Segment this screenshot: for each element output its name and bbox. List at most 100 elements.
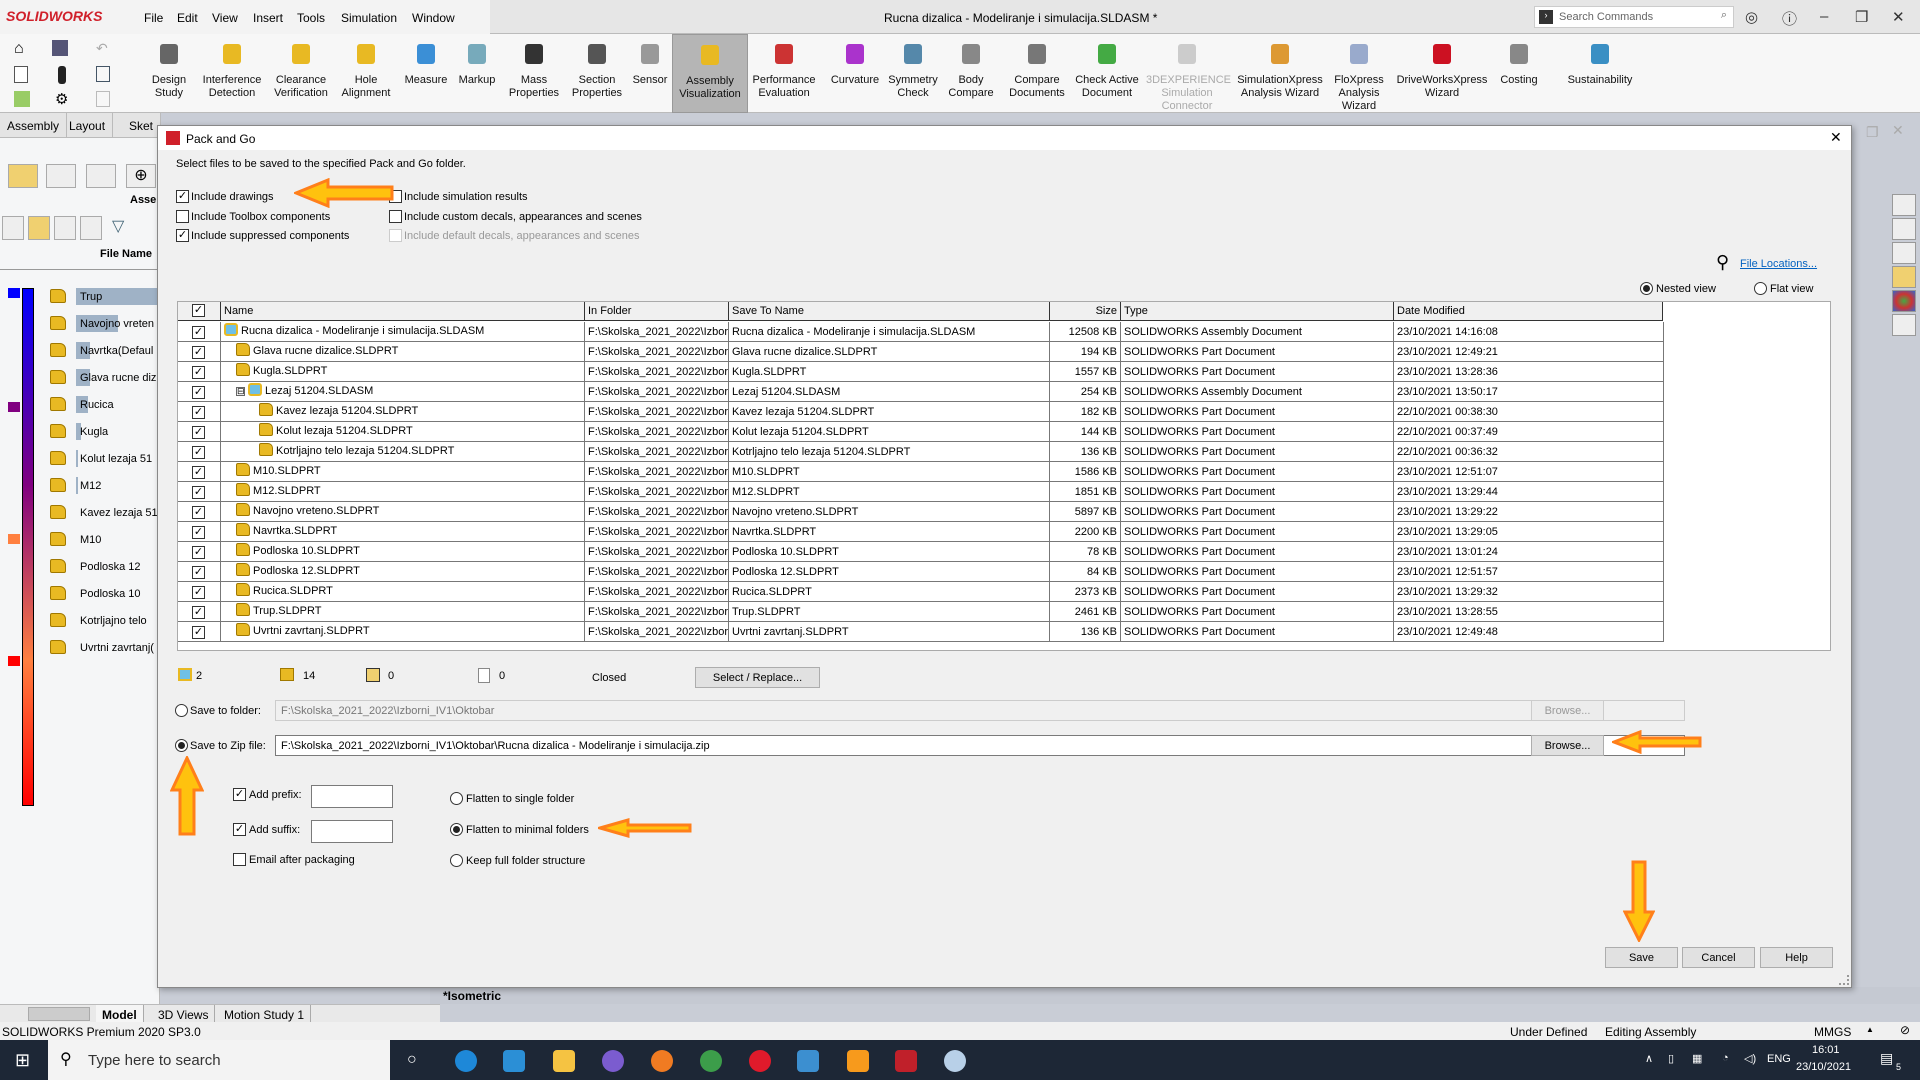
viber-icon[interactable] bbox=[602, 1050, 624, 1072]
add-suffix-checkbox[interactable]: ✓ bbox=[233, 823, 246, 836]
firefox-icon[interactable] bbox=[651, 1050, 673, 1072]
rebuild-icon[interactable] bbox=[58, 66, 66, 84]
table-row[interactable]: ✓ Kavez lezaja 51204.SLDPRT F:\Skolska_202… bbox=[178, 402, 1664, 422]
toolbar-button-assembly[interactable]: Assembly Visualization bbox=[672, 34, 748, 113]
row-checkbox[interactable]: ✓ bbox=[192, 366, 205, 379]
column-header-name[interactable]: Name bbox=[221, 302, 585, 321]
network-icon[interactable]: ▦ bbox=[1692, 1052, 1702, 1065]
mail-icon[interactable] bbox=[503, 1050, 525, 1072]
units-selector[interactable]: MMGS bbox=[1814, 1025, 1851, 1039]
save-to-folder-input[interactable]: F:\Skolska_2021_2022\Izborni_IV1\Oktobar bbox=[275, 700, 1685, 721]
taskbar-search[interactable]: ⚲ Type here to search bbox=[48, 1040, 390, 1080]
toolbar-button-curvature[interactable]: Curvature bbox=[825, 34, 885, 113]
table-row[interactable]: ✓ Navrtka.SLDPRT F:\Skolska_2021_2022\Izbo… bbox=[178, 522, 1664, 542]
tree-item[interactable]: Kolut lezaja 51 bbox=[48, 448, 160, 470]
toolbar-button-sustainability[interactable]: Sustainability bbox=[1558, 34, 1642, 113]
tab-sket[interactable]: Sket bbox=[122, 113, 162, 138]
options-icon[interactable]: ⚙ bbox=[55, 90, 68, 108]
table-row[interactable]: ✓ ⊟ Lezaj 51204.SLDASM F:\Skolska_2021_2022… bbox=[178, 382, 1664, 402]
tree-item[interactable]: M12 bbox=[48, 475, 160, 497]
table-row[interactable]: ✓ M12.SLDPRT F:\Skolska_2021_2022\Izbor M12… bbox=[178, 482, 1664, 502]
units-up-icon[interactable]: ▲ bbox=[1866, 1025, 1874, 1034]
prefix-input[interactable] bbox=[311, 785, 393, 808]
parts-icon[interactable] bbox=[28, 216, 50, 240]
tab-motion-study-1[interactable]: Motion Study 1 bbox=[218, 1005, 312, 1023]
structure-radio-2[interactable] bbox=[450, 854, 463, 867]
media-player-icon[interactable] bbox=[797, 1050, 819, 1072]
dimxpert-tab[interactable]: ⊕ bbox=[126, 164, 156, 188]
tree-item[interactable]: Kavez lezaja 51 bbox=[48, 502, 160, 524]
help-button[interactable]: Help bbox=[1760, 947, 1833, 968]
components-icon[interactable] bbox=[54, 216, 76, 240]
email-checkbox[interactable] bbox=[233, 853, 246, 866]
table-row[interactable]: ✓ Podloska 10.SLDPRT F:\Skolska_2021_2022\… bbox=[178, 542, 1664, 562]
toolbar-button-measure[interactable]: Measure bbox=[400, 34, 452, 113]
scale-slider-handle[interactable] bbox=[8, 656, 20, 666]
chrome-icon[interactable] bbox=[700, 1050, 722, 1072]
save-to-name-cell[interactable]: Podloska 12.SLDPRT bbox=[729, 562, 1050, 582]
row-checkbox[interactable]: ✓ bbox=[192, 606, 205, 619]
file-properties-icon[interactable] bbox=[96, 66, 110, 82]
save-to-name-cell[interactable]: Uvrtni zavrtanj.SLDPRT bbox=[729, 622, 1050, 642]
option-include-drawings-checkbox[interactable]: ✓ bbox=[176, 190, 189, 203]
toolbar-button-section[interactable]: Section Properties bbox=[565, 34, 629, 113]
toolbar-button-mass[interactable]: Mass Properties bbox=[503, 34, 565, 113]
tree-item[interactable]: Navojno vreten bbox=[48, 313, 160, 335]
save-to-name-cell[interactable]: Kotrljajno telo lezaja 51204.SLDPRT bbox=[729, 442, 1050, 462]
toolbar-button-interference[interactable]: Interference Detection bbox=[200, 34, 264, 113]
tab-layout[interactable]: Layout bbox=[62, 113, 114, 138]
close-button[interactable]: ✕ bbox=[1892, 8, 1905, 26]
column-header-type[interactable]: Type bbox=[1121, 302, 1394, 321]
table-row[interactable]: ✓ Glava rucne dizalice.SLDPRT F:\Skolska_2… bbox=[178, 342, 1664, 362]
select-all-checkbox[interactable]: ✓ bbox=[192, 304, 205, 317]
toolbar-button-sensor[interactable]: Sensor bbox=[630, 34, 670, 113]
option-include-toolbox-components-checkbox[interactable] bbox=[176, 210, 189, 223]
toolbar-button-performance[interactable]: Performance Evaluation bbox=[750, 34, 818, 113]
table-row[interactable]: ✓ Rucica.SLDPRT F:\Skolska_2021_2022\Izbor… bbox=[178, 582, 1664, 602]
appearances-icon[interactable] bbox=[1892, 290, 1916, 312]
tab-scroll-arrows[interactable] bbox=[28, 1007, 90, 1021]
rebuild-status-icon[interactable]: ⊘ bbox=[1900, 1023, 1910, 1037]
camera-icon[interactable]: ▯ bbox=[1668, 1052, 1674, 1065]
menu-file[interactable]: File bbox=[144, 11, 163, 25]
save-icon[interactable] bbox=[52, 40, 68, 56]
save-to-name-cell[interactable]: Navojno vreteno.SLDPRT bbox=[729, 502, 1050, 522]
row-checkbox[interactable]: ✓ bbox=[192, 386, 205, 399]
cancel-button[interactable]: Cancel bbox=[1682, 947, 1755, 968]
collapse-icon[interactable]: ⊟ bbox=[236, 387, 245, 396]
design-library-icon[interactable] bbox=[1892, 218, 1916, 240]
tree-item[interactable]: Rucica bbox=[48, 394, 160, 416]
home-icon[interactable] bbox=[1892, 194, 1916, 216]
save-to-name-cell[interactable]: Rucica.SLDPRT bbox=[729, 582, 1050, 602]
save-to-name-cell[interactable]: Kolut lezaja 51204.SLDPRT bbox=[729, 422, 1050, 442]
search-commands-input[interactable]: › Search Commands ⌕ bbox=[1534, 6, 1734, 28]
column-header-save-to-name[interactable]: Save To Name bbox=[729, 302, 1050, 321]
select-all-header[interactable]: ✓ bbox=[178, 302, 221, 321]
row-checkbox[interactable]: ✓ bbox=[192, 346, 205, 359]
paint-icon[interactable] bbox=[944, 1050, 966, 1072]
toolbar-button-compare[interactable]: Compare Documents bbox=[1002, 34, 1072, 113]
table-row[interactable]: ✓ Kugla.SLDPRT F:\Skolska_2021_2022\Izbor K… bbox=[178, 362, 1664, 382]
menu-simulation[interactable]: Simulation bbox=[341, 11, 397, 25]
scale-slider-handle[interactable] bbox=[8, 534, 20, 544]
file-locations-link[interactable]: File Locations... bbox=[1740, 258, 1817, 270]
list-icon[interactable] bbox=[96, 91, 110, 107]
toolbar-button-clearance[interactable]: Clearance Verification bbox=[269, 34, 333, 113]
menu-window[interactable]: Window bbox=[412, 11, 455, 25]
table-row[interactable]: ✓ Trup.SLDPRT F:\Skolska_2021_2022\Izbor Tr… bbox=[178, 602, 1664, 622]
resize-grip[interactable] bbox=[1839, 975, 1849, 985]
file-explorer-icon[interactable] bbox=[1892, 242, 1916, 264]
save-to-name-cell[interactable]: Rucna dizalica - Modeliranje i simulacij… bbox=[729, 322, 1050, 342]
save-to-name-cell[interactable]: Glava rucne dizalice.SLDPRT bbox=[729, 342, 1050, 362]
tree-item[interactable]: Trup bbox=[48, 286, 160, 308]
menu-insert[interactable]: Insert bbox=[253, 11, 283, 25]
cortana-icon[interactable]: ○ bbox=[407, 1051, 417, 1069]
column-header-date-modified[interactable]: Date Modified bbox=[1394, 302, 1663, 321]
column-header-size[interactable]: Size bbox=[1050, 302, 1121, 321]
table-row[interactable]: ✓ Kotrljajno telo lezaja 51204.SLDPRT F:\S… bbox=[178, 442, 1664, 462]
save-to-name-cell[interactable]: M10.SLDPRT bbox=[729, 462, 1050, 482]
close-doc-button[interactable]: ✕ bbox=[1892, 122, 1904, 139]
table-row[interactable]: ✓ Podloska 12.SLDPRT F:\Skolska_2021_2022\… bbox=[178, 562, 1664, 582]
bar-graph-icon[interactable] bbox=[2, 216, 24, 240]
volume-icon[interactable]: ◁) bbox=[1744, 1052, 1756, 1065]
